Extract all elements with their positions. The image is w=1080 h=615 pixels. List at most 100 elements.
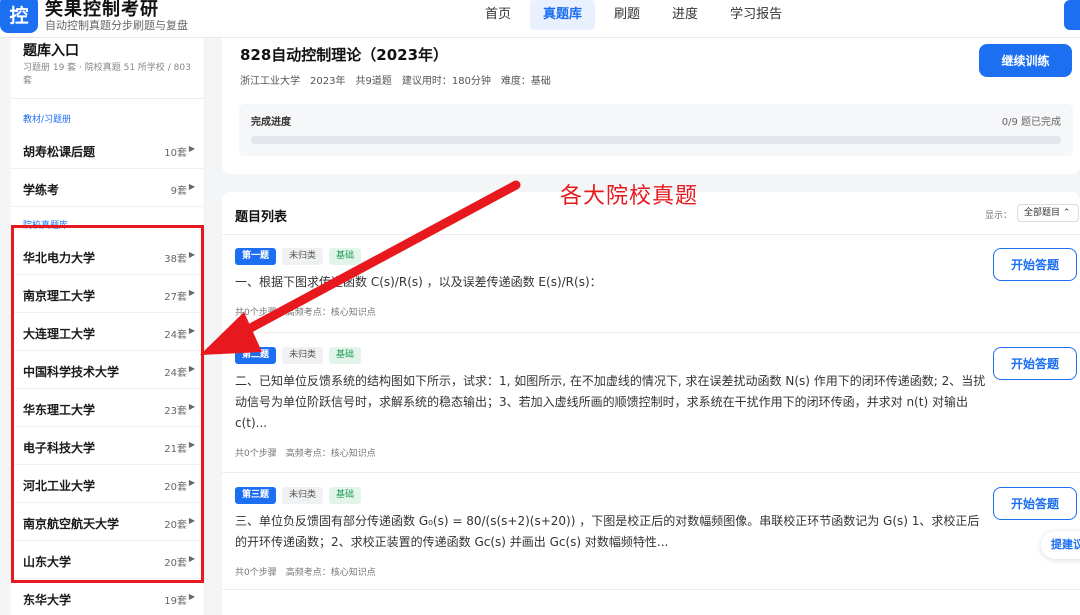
sidebar-item-school[interactable]: 电子科技大学 21套 ▶	[11, 427, 205, 465]
nav-progress[interactable]: 进度	[659, 0, 711, 30]
item-name: 南京航空航天大学	[23, 517, 120, 531]
sidebar-item-school[interactable]: 山东大学 20套 ▶	[11, 541, 205, 579]
caret-right-icon: ▶	[188, 516, 195, 525]
start-answer-button[interactable]: 开始答题	[993, 347, 1077, 380]
sidebar-item-school[interactable]: 东华大学 19套 ▶	[11, 579, 205, 615]
paper-school: 浙江工业大学	[240, 76, 300, 87]
caret-right-icon: ▶	[188, 364, 195, 373]
sidebar-item-school[interactable]: 河北工业大学 20套 ▶	[11, 465, 205, 503]
item-name: 山东大学	[23, 555, 72, 569]
sidebar-item-school[interactable]: 南京航空航天大学 20套 ▶	[11, 503, 205, 541]
category-badge: 未归类	[282, 248, 324, 265]
question-text: 一、根据下图求传递函数 C(s)/R(s) ，以及误差传递函数 E(s)/R(s…	[235, 275, 602, 289]
brand-subtitle: 自动控制真题分步刷题与复盘	[45, 19, 188, 32]
caret-right-icon: ▶	[188, 592, 195, 601]
question-meta: 共0个步骤 高频考点：核心知识点	[235, 308, 376, 318]
item-count: 9套	[170, 186, 187, 197]
sidebar-item-school[interactable]: 中国科学技术大学 24套 ▶	[11, 351, 205, 389]
nav-report[interactable]: 学习报告	[717, 0, 795, 30]
suggest-button[interactable]: 提建议	[1041, 531, 1080, 559]
sidebar-item-textbook[interactable]: 学练考 9套 ▶	[11, 169, 205, 207]
question-badges: 第三题 未归类 基础	[235, 487, 362, 504]
sidebar-title: 题库入口	[23, 43, 79, 59]
question-number-badge: 第二题	[235, 347, 277, 364]
sidebar-item-school[interactable]: 南京理工大学 27套 ▶	[11, 275, 205, 313]
caret-right-icon: ▶	[188, 402, 195, 411]
paper-year: 2023年	[310, 76, 346, 87]
progress-panel: 完成进度 0/9 题已完成	[239, 104, 1073, 156]
sidebar-item-school[interactable]: 华北电力大学 38套 ▶	[11, 237, 205, 275]
caret-right-icon: ▶	[188, 326, 195, 335]
item-count: 27套	[164, 292, 187, 303]
paper-meta: 浙江工业大学 2023年 共9道题 建议用时：180分钟 难度：基础	[240, 72, 551, 87]
question-text: 二、已知单位反馈系统的结构图如下所示，试求：1, 如图所示, 在不加虚线的情况下…	[235, 374, 986, 430]
sidebar-item-school[interactable]: 大连理工大学 24套 ▶	[11, 313, 205, 351]
item-name: 电子科技大学	[23, 441, 96, 455]
question-meta: 共0个步骤 高频考点：核心知识点	[235, 449, 376, 459]
sidebar-item-textbook[interactable]: 胡寿松课后题 10套 ▶	[11, 131, 205, 169]
item-count: 20套	[164, 482, 187, 493]
nav-question-bank[interactable]: 真题库	[530, 0, 596, 30]
nav-home[interactable]: 首页	[472, 0, 524, 30]
paper-total: 共9道题	[355, 76, 392, 87]
continue-training-button[interactable]: 继续训练	[979, 44, 1072, 77]
level-badge: 基础	[329, 248, 362, 265]
category-badge: 未归类	[282, 487, 324, 504]
start-answer-button[interactable]: 开始答题	[993, 248, 1077, 281]
item-count: 20套	[164, 558, 187, 569]
caret-right-icon: ▶	[188, 288, 195, 297]
item-count: 20套	[164, 520, 187, 531]
question-number-badge: 第三题	[235, 487, 277, 504]
divider	[222, 589, 1080, 590]
filter-select[interactable]: 全部题目 ⌃	[1017, 204, 1079, 222]
top-bar: 控 笑果控制考研 自动控制真题分步刷题与复盘 首页 真题库 刷题 进度 学习报告	[0, 0, 1080, 38]
item-count: 21套	[164, 444, 187, 455]
item-name: 大连理工大学	[23, 327, 96, 341]
item-count: 23套	[164, 406, 187, 417]
item-name: 华东理工大学	[23, 403, 96, 417]
question-badges: 第一题 未归类 基础	[235, 248, 362, 265]
item-name: 河北工业大学	[23, 479, 96, 493]
app-logo[interactable]: 控	[0, 0, 38, 33]
paper-time: 建议用时：180分钟	[401, 76, 491, 87]
item-count: 38套	[164, 254, 187, 265]
caret-right-icon: ▶	[188, 478, 195, 487]
nav-practice[interactable]: 刷题	[601, 0, 653, 30]
caret-right-icon: ▶	[188, 554, 195, 563]
user-menu-button[interactable]	[1064, 0, 1080, 30]
item-name: 学练考	[23, 183, 60, 197]
question-list-card: 题目列表 显示： 全部题目 ⌃ 第一题 未归类 基础 一、根据下图求传递函数 C…	[222, 192, 1080, 615]
item-name: 华北电力大学	[23, 251, 96, 265]
progress-text: 0/9 题已完成	[1001, 117, 1061, 128]
item-name: 南京理工大学	[23, 289, 96, 303]
item-name: 中国科学技术大学	[23, 365, 120, 379]
caret-right-icon: ▶	[188, 144, 195, 153]
item-count: 24套	[164, 330, 187, 341]
divider	[11, 98, 205, 99]
section-label-school: 院校真题库	[23, 221, 69, 231]
start-answer-button[interactable]: 开始答题	[993, 487, 1077, 520]
section-label-textbook: 教材/习题册	[23, 115, 72, 125]
item-name: 东华大学	[23, 593, 72, 607]
caret-right-icon: ▶	[188, 182, 195, 191]
paper-card: 828自动控制理论（2023年） 浙江工业大学 2023年 共9道题 建议用时：…	[222, 38, 1080, 174]
item-count: 10套	[164, 148, 187, 159]
paper-difficulty: 难度：基础	[500, 76, 551, 87]
sidebar-description: 习题册 19 套 · 院校真题 51 所学校 / 803 套	[23, 63, 191, 86]
filter-label: 显示：	[985, 211, 1013, 221]
divider	[222, 332, 1080, 333]
question-number-badge: 第一题	[235, 248, 277, 265]
level-badge: 基础	[329, 347, 362, 364]
item-count: 19套	[164, 596, 187, 607]
progress-label: 完成进度	[251, 117, 291, 128]
divider	[222, 234, 1080, 235]
annotation-label: 各大院校真题	[560, 184, 699, 209]
question-meta: 共0个步骤 高频考点：核心知识点	[235, 568, 376, 578]
level-badge: 基础	[329, 487, 362, 504]
sidebar-item-school[interactable]: 华东理工大学 23套 ▶	[11, 389, 205, 427]
sidebar: 题库入口 习题册 19 套 · 院校真题 51 所学校 / 803 套 教材/习…	[11, 38, 205, 615]
caret-right-icon: ▶	[188, 250, 195, 259]
category-badge: 未归类	[282, 347, 324, 364]
list-title: 题目列表	[235, 210, 288, 225]
question-text: 三、单位负反馈固有部分传递函数 G₀(s) = 80/(s(s+2)(s+20)…	[235, 514, 980, 549]
